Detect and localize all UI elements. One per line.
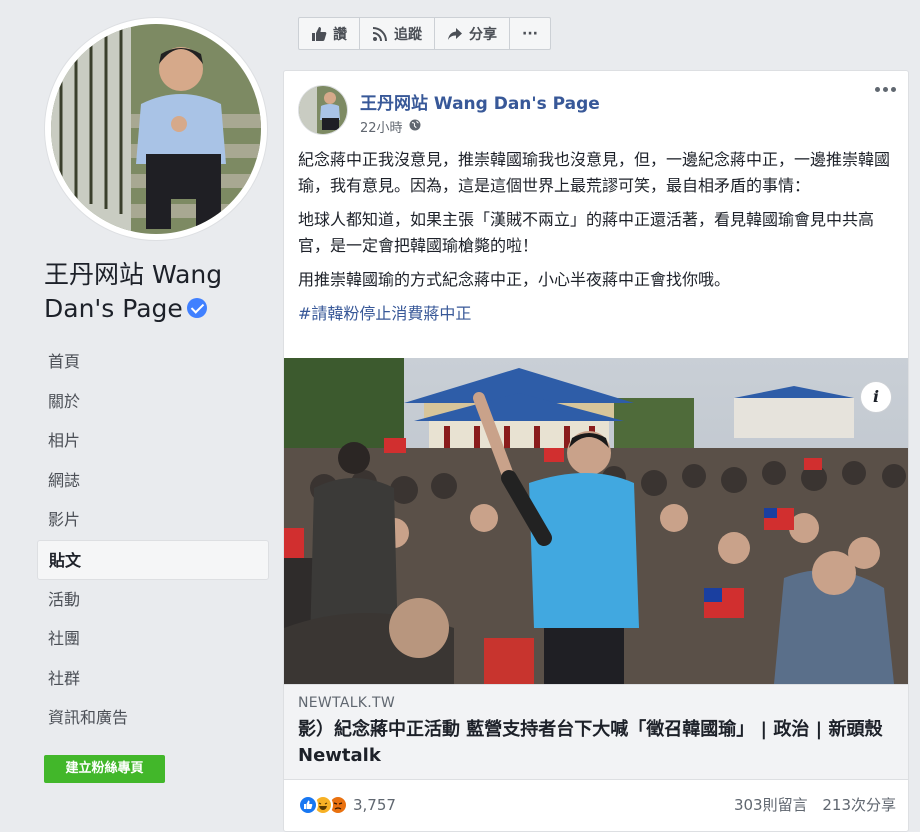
comments-count[interactable]: 303則留言 (734, 796, 808, 814)
follow-button-label: 追蹤 (394, 26, 422, 43)
nav-item-groups[interactable]: 社團 (37, 619, 269, 659)
nav-item-community[interactable]: 社群 (37, 659, 269, 699)
nav-item-info-and-ads[interactable]: 資訊和廣告 (37, 698, 269, 738)
nav-item-about[interactable]: 關於 (37, 382, 269, 422)
page-profile-picture[interactable] (44, 17, 268, 241)
link-preview-caption[interactable]: NEWTALK.TW 影）紀念蔣中正活動 藍營支持者台下大喊「徵召韓國瑜」 | … (284, 684, 908, 780)
avatar (51, 24, 261, 234)
more-actions-button[interactable]: ··· (510, 18, 550, 49)
link-domain: NEWTALK.TW (298, 695, 396, 711)
share-arrow-icon (448, 27, 462, 40)
post-timestamp[interactable]: 22小時 (360, 117, 403, 136)
post-stats: 3,757 303則留言 213次分享 (298, 794, 896, 815)
post-paragraph: 用推崇韓國瑜的方式紀念蔣中正，小心半夜蔣中正會找你哦。 (298, 270, 731, 289)
post-paragraph: 地球人都知道，如果主張「漢賊不兩立」的蔣中正還活著，看見韓國瑜會見中共高官，是一… (298, 210, 875, 255)
nav-item-home[interactable]: 首頁 (37, 342, 269, 382)
verified-badge-icon (186, 298, 207, 318)
nav-item-posts[interactable]: 貼文 (37, 539, 269, 580)
nav-item-photos[interactable]: 相片 (37, 421, 269, 461)
shares-count[interactable]: 213次分享 (822, 796, 896, 814)
comments-shares: 303則留言 213次分享 (724, 794, 896, 815)
page-title: 王丹网站 Wang Dan's Page (44, 258, 264, 326)
post-hashtag[interactable]: #請韓粉停止消費蔣中正 (298, 301, 896, 327)
like-button[interactable]: 讚 (299, 18, 360, 49)
like-button-label: 讚 (333, 26, 347, 43)
post-paragraph: 紀念蔣中正我沒意見，推崇韓國瑜我也沒意見，但，一邊紀念蔣中正，一邊推崇韓國瑜，我… (298, 150, 891, 195)
rss-icon (372, 26, 387, 41)
page-nav: 首頁 關於 相片 網誌 影片 貼文 活動 社團 社群 資訊和廣告 (37, 342, 269, 738)
globe-icon (409, 119, 421, 135)
nav-item-events[interactable]: 活動 (37, 580, 269, 620)
page-sidebar: 王丹网站 Wang Dan's Page 首頁 關於 相片 網誌 影片 貼文 活… (0, 0, 282, 832)
info-icon[interactable]: i (860, 381, 892, 413)
post-meta: 22小時 (360, 117, 421, 136)
post-author-name[interactable]: 王丹网站 Wang Dan's Page (360, 89, 600, 114)
follow-button[interactable]: 追蹤 (360, 18, 435, 49)
post-author-avatar[interactable] (298, 85, 348, 135)
link-title[interactable]: 影）紀念蔣中正活動 藍營支持者台下大喊「徵召韓國瑜」 | 政治 | 新頭殼 Ne… (298, 717, 894, 769)
reactions-count: 3,757 (353, 795, 396, 814)
create-page-button[interactable]: 建立粉絲專頁 (44, 755, 165, 783)
page-action-bar: 讚 追蹤 分享 ··· (298, 17, 551, 50)
like-reaction-icon (298, 794, 318, 815)
share-button[interactable]: 分享 (435, 18, 510, 49)
thumbs-up-icon (312, 26, 327, 41)
link-preview-image[interactable] (284, 358, 908, 684)
post-body: 紀念蔣中正我沒意見，推崇韓國瑜我也沒意見，但，一邊紀念蔣中正，一邊推崇韓國瑜，我… (298, 147, 896, 335)
post-options-icon[interactable] (875, 87, 896, 92)
post-card: 王丹网站 Wang Dan's Page 22小時 紀念蔣中正我沒意見，推崇韓國… (283, 70, 909, 832)
reactions-summary[interactable]: 3,757 (298, 794, 396, 815)
more-dots-icon: ··· (522, 25, 538, 42)
share-button-label: 分享 (469, 26, 497, 43)
nav-item-videos[interactable]: 影片 (37, 500, 269, 540)
nav-item-notes[interactable]: 網誌 (37, 461, 269, 501)
